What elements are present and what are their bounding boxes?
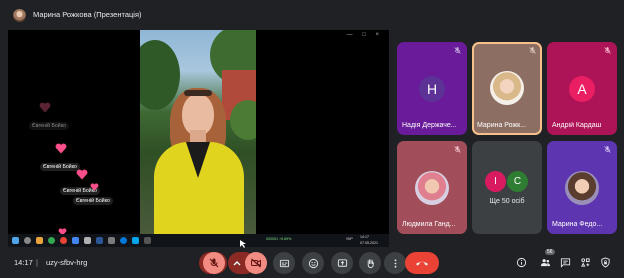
presenter-video: [140, 30, 256, 234]
avatar: Н: [419, 76, 445, 102]
tray-date: 07.05.2021: [360, 241, 378, 245]
mic-toggle-button[interactable]: [203, 252, 225, 274]
search-icon[interactable]: [24, 237, 31, 244]
people-button[interactable]: [539, 256, 551, 268]
tree: [230, 100, 256, 140]
folder-icon[interactable]: [36, 237, 43, 244]
reaction-label: Євгеній Бойко: [73, 197, 113, 205]
person-neck: [190, 130, 206, 142]
emoji-icon: [308, 258, 318, 268]
participant-name: Надія Держаче...: [402, 122, 457, 129]
people-icon: [540, 258, 550, 266]
sunglasses: [184, 90, 212, 96]
shared-screen: — □ × Євгеній Бойко Євгеній Бойко Євгені…: [8, 30, 389, 247]
participant-tile[interactable]: А Андрій Кардаш: [547, 42, 617, 135]
present-screen-button[interactable]: [331, 252, 353, 274]
participant-name: Марина Рожк...: [477, 122, 527, 129]
presentation-title: Марина Рожкова (Презентація): [33, 10, 142, 19]
avatar: І: [485, 171, 506, 192]
app-icon[interactable]: [84, 237, 91, 244]
more-vert-icon: [394, 258, 396, 268]
window-controls: — □ ×: [346, 32, 383, 38]
mic-off-icon: [604, 146, 611, 153]
meeting-time: 14:17: [14, 258, 33, 267]
participant-name: Марина Федо...: [552, 221, 603, 228]
reaction-label: Євгеній Бойко: [40, 163, 80, 171]
hand-icon: [367, 258, 374, 268]
heart-icon: [39, 102, 51, 113]
app-icon[interactable]: [72, 237, 79, 244]
mic-off-icon: [209, 258, 219, 268]
mic-off-icon: [604, 47, 611, 54]
browser-icon[interactable]: [60, 237, 67, 244]
camera-toggle-button[interactable]: [245, 252, 267, 274]
participant-tile-active-speaker[interactable]: Марина Рожк...: [472, 42, 542, 135]
heart-icon: [55, 143, 67, 154]
end-call-icon: [416, 261, 428, 266]
avatar: [490, 71, 524, 105]
chrome-icon[interactable]: [48, 237, 55, 244]
chat-button[interactable]: [559, 256, 571, 268]
windows-taskbar: 000001 +0.69% УКР 14:17 07.05.2021: [8, 234, 389, 247]
mouse-cursor-icon: [240, 240, 246, 248]
captions-icon: [279, 259, 289, 267]
mic-off-icon: [529, 47, 536, 54]
present-icon: [337, 258, 347, 267]
participant-tile[interactable]: Н Надія Держаче...: [397, 42, 467, 135]
reaction-label: Євгеній Бойко: [29, 122, 69, 130]
edge-icon[interactable]: [120, 237, 127, 244]
separator: |: [36, 258, 38, 267]
tree: [140, 40, 180, 110]
participant-tile[interactable]: Людмила Ганд...: [397, 141, 467, 234]
avatar: А: [569, 76, 595, 102]
heart-icon: [90, 183, 99, 191]
more-participants-tile[interactable]: І С Ще 50 осіб: [472, 141, 542, 234]
word-icon[interactable]: [96, 237, 103, 244]
app-icon[interactable]: [108, 237, 115, 244]
chevron-up-icon: [228, 252, 246, 274]
presenter-avatar: [13, 9, 26, 22]
emoji-reaction-button[interactable]: [302, 252, 324, 274]
tray-time: 14:17: [360, 235, 369, 239]
camera-off-icon: [251, 258, 261, 268]
app-icon[interactable]: [144, 237, 151, 244]
language-indicator[interactable]: УКР: [346, 237, 353, 241]
shield-lock-icon: [600, 256, 610, 268]
meeting-details-button[interactable]: [515, 256, 527, 268]
participant-name: Андрій Кардаш: [552, 122, 602, 129]
people-count-badge: 56: [545, 249, 555, 255]
skype-icon[interactable]: [132, 237, 139, 244]
more-participants-label: Ще 50 осіб: [489, 198, 525, 205]
avatar: С: [507, 171, 528, 192]
activities-button[interactable]: [579, 256, 591, 268]
captions-button[interactable]: [273, 252, 295, 274]
meeting-code: uzy-sfbv-hrg: [46, 258, 88, 267]
raise-hand-button[interactable]: [359, 252, 381, 274]
start-icon[interactable]: [12, 237, 19, 244]
avatar: [415, 171, 449, 205]
more-options-button[interactable]: [384, 252, 406, 274]
chat-icon: [560, 257, 570, 268]
mic-off-icon: [454, 47, 461, 54]
heart-icon: [76, 169, 88, 180]
host-controls-button[interactable]: [599, 256, 611, 268]
leave-call-button[interactable]: [405, 252, 439, 274]
participant-tile[interactable]: Марина Федо...: [547, 141, 617, 234]
mic-off-icon: [454, 146, 461, 153]
activities-icon: [580, 257, 590, 267]
avatar: [565, 171, 599, 205]
info-icon: [516, 257, 526, 267]
participant-name: Людмила Ганд...: [402, 221, 456, 228]
stock-ticker: 000001 +0.69%: [266, 237, 292, 241]
